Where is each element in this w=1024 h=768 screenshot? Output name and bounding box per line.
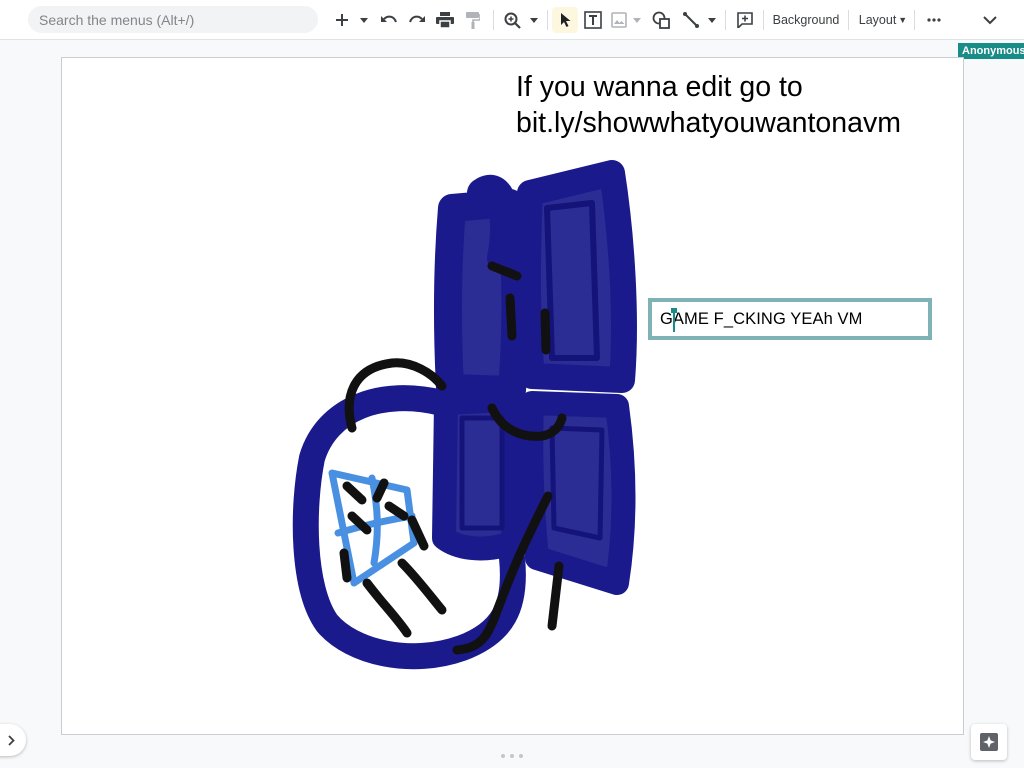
new-slide-dropdown[interactable]: [356, 7, 372, 33]
black-stroke-hatch-6: [339, 548, 352, 583]
black-stroke-hatch-7: [397, 558, 447, 615]
print-icon: [436, 12, 454, 28]
add-comment-button[interactable]: [732, 7, 758, 33]
toolbar: Background Layout ▼: [0, 0, 1024, 40]
selected-textbox[interactable]: GAME F_CKING YEAh VM: [648, 298, 932, 340]
black-stroke-hatch-4: [384, 501, 409, 521]
chevron-right-icon: [7, 734, 15, 746]
background-button[interactable]: Background: [768, 7, 844, 33]
paint-format-button[interactable]: [460, 7, 486, 33]
slide-canvas[interactable]: If you wanna edit go to bit.ly/showwhaty…: [61, 57, 964, 735]
collapse-toolbar-button[interactable]: [976, 7, 1004, 33]
caret-icon: [360, 17, 368, 23]
image-icon: [611, 12, 627, 28]
toolbar-divider: [763, 10, 764, 30]
explore-button[interactable]: [971, 724, 1007, 760]
zoom-button[interactable]: [500, 7, 524, 33]
image-dropdown[interactable]: [630, 7, 644, 33]
plus-icon: [336, 14, 348, 26]
zoom-dropdown[interactable]: [526, 7, 542, 33]
textbox-tool-button[interactable]: [580, 7, 606, 33]
textbox-icon: [584, 11, 602, 29]
select-tool-button[interactable]: [552, 7, 578, 33]
line-icon: [683, 12, 699, 28]
black-stroke-dash-3: [540, 308, 551, 355]
slide-title-line-2: bit.ly/showwhatyouwantonavm: [516, 107, 901, 139]
line-dropdown[interactable]: [704, 7, 720, 33]
insert-image-button[interactable]: [608, 7, 630, 33]
more-icon: [927, 18, 941, 22]
toolbar-divider: [914, 10, 915, 30]
redo-button[interactable]: [404, 7, 430, 33]
redo-icon: [409, 15, 425, 23]
more-options-button[interactable]: [920, 7, 948, 33]
black-stroke-hatch-1: [342, 481, 367, 505]
collaborator-cursor: [671, 308, 677, 332]
caret-icon: [708, 17, 716, 23]
layout-label: Layout: [858, 13, 897, 27]
layout-button[interactable]: Layout ▼: [855, 7, 911, 33]
speaker-notes-resize-handle[interactable]: [501, 754, 523, 758]
show-filmstrip-button[interactable]: [0, 724, 26, 756]
undo-button[interactable]: [376, 7, 402, 33]
toolbar-divider: [547, 10, 548, 30]
line-tool-button[interactable]: [678, 7, 704, 33]
new-slide-button[interactable]: [330, 7, 354, 33]
slide-title-line-1: If you wanna edit go to: [516, 71, 803, 103]
slide-title[interactable]: If you wanna edit go to bit.ly/showwhaty…: [516, 69, 956, 141]
black-stroke-dash-2: [505, 293, 517, 341]
caret-icon: [530, 17, 538, 23]
collapse-icon: [983, 15, 997, 24]
toolbar-divider: [493, 10, 494, 30]
print-button[interactable]: [432, 7, 458, 33]
search-input[interactable]: [37, 10, 311, 29]
toolbar-divider: [725, 10, 726, 30]
presence-badge: Anonymous: [958, 43, 1024, 59]
toolbar-divider: [848, 10, 849, 30]
freehand-drawing[interactable]: [62, 58, 964, 735]
comment-icon: [737, 12, 753, 28]
textbox-text: GAME F_CKING YEAh VM: [660, 309, 863, 328]
background-label: Background: [772, 13, 840, 27]
shape-tool-button[interactable]: [648, 7, 674, 33]
zoom-icon: [504, 12, 521, 29]
explore-icon: [980, 733, 998, 751]
black-stroke-hatch-8: [362, 578, 412, 638]
paint-format-icon: [466, 11, 480, 29]
menu-search[interactable]: [28, 6, 318, 33]
caret-icon: ▼: [898, 15, 908, 25]
shape-icon: [652, 11, 670, 29]
caret-icon: [633, 17, 641, 23]
undo-icon: [381, 15, 397, 23]
select-icon: [560, 13, 570, 27]
black-stroke-hatch-2: [372, 478, 389, 503]
